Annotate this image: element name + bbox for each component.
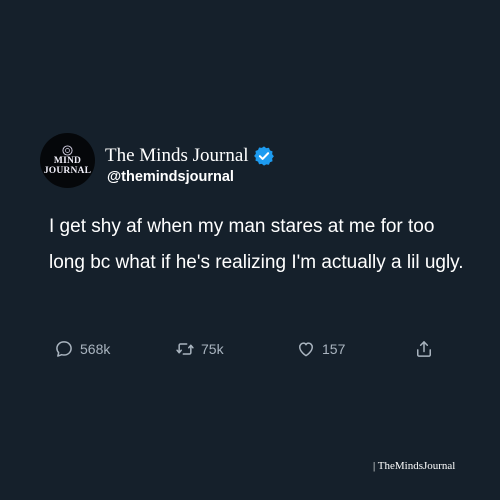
tweet-actions-bar: 568k 75k 157 (0, 338, 500, 360)
like-button[interactable]: 157 (296, 338, 345, 360)
display-name[interactable]: The Minds Journal (105, 145, 249, 167)
reply-count: 568k (80, 341, 111, 357)
share-button[interactable] (414, 338, 434, 360)
comment-icon (56, 341, 72, 357)
account-name-row: The Minds Journal (105, 144, 275, 168)
avatar[interactable]: MIND JOURNAL (40, 133, 95, 188)
tweet-text: I get shy af when my man stares at me fo… (49, 216, 464, 273)
share-icon (417, 341, 431, 357)
like-count: 157 (322, 341, 346, 357)
account-handle[interactable]: @themindsjournal (107, 169, 234, 185)
verified-badge-icon (253, 146, 274, 166)
retweet-button[interactable]: 75k (175, 338, 224, 360)
watermark: | TheMindsJournal (373, 460, 456, 472)
reply-button[interactable]: 568k (54, 338, 110, 360)
mind-journal-logo-icon (62, 145, 73, 156)
avatar-logo-text: JOURNAL (43, 165, 92, 176)
heart-icon (299, 342, 313, 357)
retweet-count: 75k (201, 341, 224, 357)
retweet-icon (176, 343, 194, 355)
